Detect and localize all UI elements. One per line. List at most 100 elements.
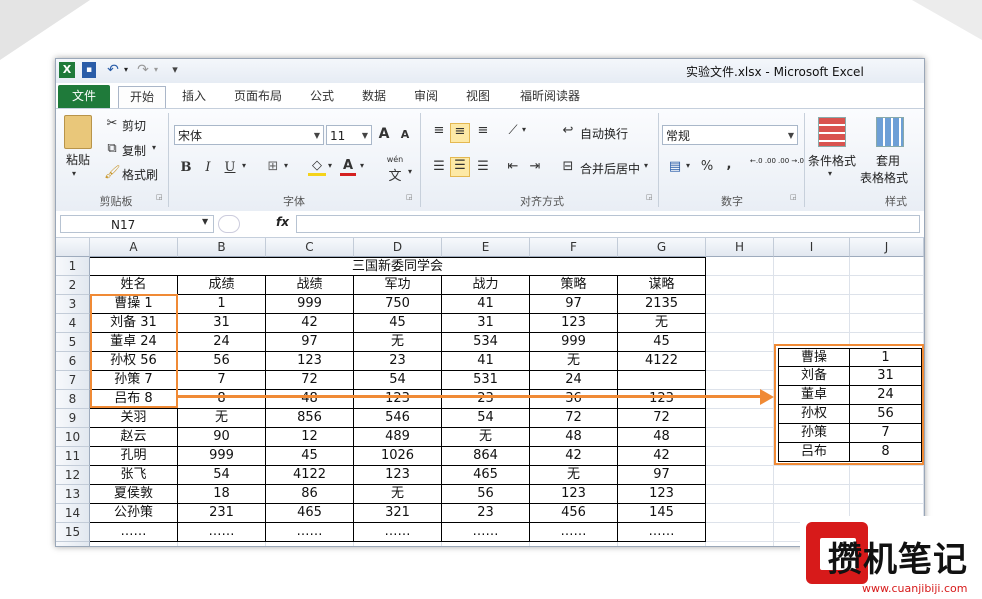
data-cell[interactable]: 86	[266, 485, 354, 504]
font-size-combo[interactable]: 11 ▼	[326, 125, 372, 145]
row-header-3[interactable]: 3	[56, 295, 90, 314]
data-cell[interactable]: 42	[530, 447, 618, 466]
insert-function-button[interactable]: fx	[276, 215, 289, 229]
column-header-f[interactable]: F	[530, 238, 618, 257]
row-header-6[interactable]: 6	[56, 352, 90, 371]
column-title-cell[interactable]: 军功	[354, 276, 442, 295]
conditional-dropdown-icon[interactable]: ▾	[828, 169, 832, 178]
data-cell[interactable]: ……	[266, 523, 354, 542]
empty-cell[interactable]	[850, 314, 924, 333]
tab-home[interactable]: 开始	[118, 86, 166, 109]
underline-dropdown-icon[interactable]: ▾	[242, 161, 246, 170]
phonetic-button[interactable]: 文	[386, 165, 404, 184]
merge-center-icon[interactable]: ⊟	[560, 159, 576, 174]
data-cell[interactable]: 23	[354, 352, 442, 371]
result-value-cell[interactable]: 1	[850, 348, 922, 367]
copy-dropdown-icon[interactable]: ▾	[152, 143, 156, 152]
merge-dropdown-icon[interactable]: ▾	[644, 161, 648, 170]
fill-color-icon[interactable]: ◇	[308, 158, 326, 176]
data-cell[interactable]: 999	[266, 295, 354, 314]
tab-page-layout[interactable]: 页面布局	[226, 86, 290, 106]
cut-icon[interactable]: ✂	[104, 116, 120, 131]
table-format-label[interactable]: 套用	[876, 152, 900, 169]
result-name-cell[interactable]: 曹操	[778, 348, 850, 367]
align-top-icon[interactable]: ≡	[430, 123, 448, 138]
empty-cell[interactable]	[774, 314, 850, 333]
column-title-cell[interactable]: 姓名	[90, 276, 178, 295]
row-header-13[interactable]: 13	[56, 485, 90, 504]
grow-font-button[interactable]: A	[376, 126, 392, 142]
data-cell[interactable]: 48	[266, 390, 354, 409]
empty-cell[interactable]	[706, 333, 774, 352]
copy-icon[interactable]: ⧉	[104, 141, 120, 156]
data-cell[interactable]: 31	[442, 314, 530, 333]
percent-button[interactable]: %	[698, 159, 716, 174]
empty-cell[interactable]	[774, 466, 850, 485]
data-cell[interactable]: 856	[266, 409, 354, 428]
underline-button[interactable]: U	[222, 160, 238, 175]
empty-cell[interactable]	[530, 542, 618, 546]
phonetic-dropdown-icon[interactable]: ▾	[408, 167, 412, 176]
empty-cell[interactable]	[850, 276, 924, 295]
phonetic-label[interactable]: wén	[384, 155, 406, 164]
alignment-launcher-icon[interactable]: ◲	[646, 193, 653, 201]
font-launcher-icon[interactable]: ◲	[406, 193, 413, 201]
data-cell[interactable]: 54	[354, 371, 442, 390]
empty-cell[interactable]	[706, 295, 774, 314]
paste-dropdown-icon[interactable]: ▾	[72, 169, 76, 178]
align-middle-icon[interactable]: ≡	[450, 123, 470, 143]
result-name-cell[interactable]: 刘备	[778, 367, 850, 386]
column-title-cell[interactable]: 成绩	[178, 276, 266, 295]
data-cell[interactable]: ……	[90, 523, 178, 542]
result-name-cell[interactable]: 董卓	[778, 386, 850, 405]
data-cell[interactable]: 56	[178, 352, 266, 371]
row-header-2[interactable]: 2	[56, 276, 90, 295]
column-title-cell[interactable]: 战绩	[266, 276, 354, 295]
data-cell[interactable]: 45	[618, 333, 706, 352]
column-title-cell[interactable]: 策略	[530, 276, 618, 295]
data-cell[interactable]: 无	[530, 466, 618, 485]
sheet-title-cell[interactable]: 三国新委同学会	[90, 257, 706, 276]
data-cell[interactable]: 7	[178, 371, 266, 390]
tab-foxit-reader[interactable]: 福昕阅读器	[508, 86, 592, 106]
comma-button[interactable]: ,	[722, 157, 736, 172]
data-cell[interactable]: 42	[618, 447, 706, 466]
empty-cell[interactable]	[90, 542, 178, 546]
conditional-format-button[interactable]: 条件格式	[808, 152, 856, 169]
undo-dropdown-icon[interactable]: ▾	[122, 62, 130, 78]
row-header-1[interactable]: 1	[56, 257, 90, 276]
redo-dropdown-icon[interactable]: ▾	[152, 62, 160, 78]
data-cell[interactable]: 72	[618, 409, 706, 428]
data-cell[interactable]: 45	[354, 314, 442, 333]
data-cell[interactable]: 231	[178, 504, 266, 523]
tab-insert[interactable]: 插入	[172, 86, 216, 106]
data-cell[interactable]	[618, 371, 706, 390]
orientation-icon[interactable]: ⟋	[504, 123, 522, 138]
data-cell[interactable]: 123	[266, 352, 354, 371]
align-left-icon[interactable]: ☰	[430, 159, 448, 174]
row-header-16[interactable]: 16	[56, 542, 90, 546]
merge-center-button[interactable]: 合并后居中	[580, 160, 640, 177]
result-value-cell[interactable]: 56	[850, 405, 922, 424]
data-cell[interactable]: 123	[618, 485, 706, 504]
name-box[interactable]: N17	[60, 215, 214, 233]
data-cell[interactable]: 72	[530, 409, 618, 428]
align-center-icon[interactable]: ☰	[450, 157, 470, 177]
empty-cell[interactable]	[706, 485, 774, 504]
fill-color-dropdown-icon[interactable]: ▾	[328, 161, 332, 170]
result-name-cell[interactable]: 孙策	[778, 424, 850, 443]
column-header-d[interactable]: D	[354, 238, 442, 257]
data-cell[interactable]: 4122	[618, 352, 706, 371]
select-all-corner[interactable]	[56, 238, 90, 257]
row-header-12[interactable]: 12	[56, 466, 90, 485]
font-color-button[interactable]: A	[340, 158, 356, 176]
undo-icon[interactable]: ↶	[106, 62, 120, 78]
data-cell[interactable]: 4122	[266, 466, 354, 485]
column-header-e[interactable]: E	[442, 238, 530, 257]
data-cell[interactable]: ……	[530, 523, 618, 542]
data-cell[interactable]: 1	[178, 295, 266, 314]
data-cell[interactable]: 无	[618, 314, 706, 333]
tab-formulas[interactable]: 公式	[300, 86, 344, 106]
empty-cell[interactable]	[706, 371, 774, 390]
name-box-dropdown-icon[interactable]: ▼	[202, 217, 208, 226]
